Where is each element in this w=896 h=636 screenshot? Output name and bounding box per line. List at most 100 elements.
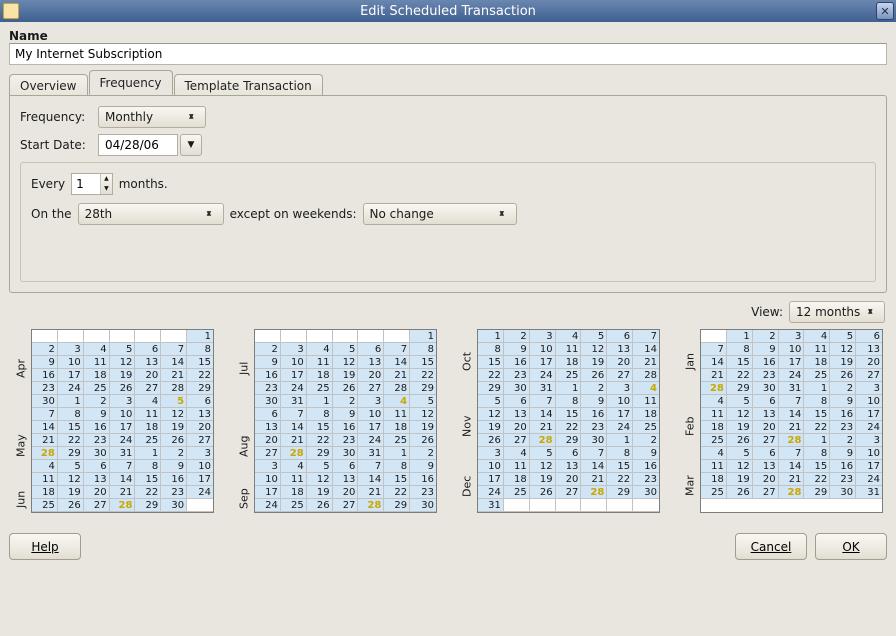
calendar-cell: 5 bbox=[58, 460, 84, 473]
calendar-cell: 5 bbox=[161, 395, 187, 408]
calendar-cell: 22 bbox=[727, 369, 753, 382]
calendar-cell: 10 bbox=[478, 460, 504, 473]
every-months-stepper[interactable]: ▲▼ bbox=[71, 173, 113, 195]
calendar-cell: 2 bbox=[830, 434, 856, 447]
calendar-cell: 23 bbox=[753, 369, 779, 382]
calendar-cell: 16 bbox=[333, 421, 359, 434]
calendar-cell: 28 bbox=[281, 447, 307, 460]
weekend-rule-select[interactable]: No change ▲▼ bbox=[363, 203, 517, 225]
every-prefix: Every bbox=[31, 177, 65, 191]
tab-overview[interactable]: Overview bbox=[9, 74, 88, 96]
calendar-cell: 23 bbox=[410, 486, 436, 499]
calendar-cell: 9 bbox=[410, 460, 436, 473]
close-icon[interactable]: ✕ bbox=[876, 2, 894, 20]
calendar-cell: 18 bbox=[701, 473, 727, 486]
calendar-month-label: Oct bbox=[459, 329, 475, 394]
calendar-cell: 8 bbox=[804, 395, 830, 408]
calendar-cell: 19 bbox=[478, 421, 504, 434]
view-select[interactable]: 12 months ▲▼ bbox=[789, 301, 885, 323]
updown-icon[interactable]: ▲▼ bbox=[100, 174, 112, 194]
calendar-cell: 15 bbox=[187, 356, 213, 369]
calendar-cell: 31 bbox=[110, 447, 136, 460]
calendar-cell: 26 bbox=[333, 382, 359, 395]
calendar-cell: 4 bbox=[804, 330, 830, 343]
calendar-cell: 17 bbox=[358, 421, 384, 434]
calendar-cell: 19 bbox=[410, 421, 436, 434]
calendar-cell: 15 bbox=[478, 356, 504, 369]
calendar-cell: 4 bbox=[701, 447, 727, 460]
calendar-cell bbox=[333, 330, 359, 343]
calendar-cell: 6 bbox=[187, 395, 213, 408]
calendar-cell: 18 bbox=[384, 421, 410, 434]
calendar-cell: 3 bbox=[281, 343, 307, 356]
calendar-cell: 1 bbox=[58, 395, 84, 408]
calendar-cell: 21 bbox=[110, 486, 136, 499]
calendar-cell: 1 bbox=[804, 434, 830, 447]
calendar-cell: 5 bbox=[478, 395, 504, 408]
calendar-cell: 13 bbox=[753, 460, 779, 473]
window-titlebar[interactable]: Edit Scheduled Transaction ✕ bbox=[0, 0, 896, 22]
calendar-cell: 20 bbox=[135, 369, 161, 382]
every-months-value[interactable] bbox=[72, 174, 100, 194]
calendar-cell: 4 bbox=[701, 395, 727, 408]
calendar-cell: 27 bbox=[753, 434, 779, 447]
calendar-cell: 9 bbox=[581, 395, 607, 408]
calendar-cell: 8 bbox=[384, 460, 410, 473]
calendar-cell: 14 bbox=[779, 460, 805, 473]
calendar-cell bbox=[530, 499, 556, 512]
calendar-cell: 12 bbox=[727, 460, 753, 473]
calendar-cell: 17 bbox=[255, 486, 281, 499]
calendar-cell: 1 bbox=[307, 395, 333, 408]
calendar-cell: 1 bbox=[135, 447, 161, 460]
calendar-cell bbox=[307, 330, 333, 343]
ok-button[interactable]: OK bbox=[815, 533, 887, 560]
frequency-select[interactable]: Monthly ▲▼ bbox=[98, 106, 206, 128]
calendar-cell: 27 bbox=[358, 382, 384, 395]
calendar-cell: 2 bbox=[161, 447, 187, 460]
calendar-cell: 8 bbox=[58, 408, 84, 421]
calendar-cell: 20 bbox=[333, 486, 359, 499]
onthe-middle: except on weekends: bbox=[230, 207, 357, 221]
calendar-cell: 20 bbox=[607, 356, 633, 369]
calendar-cell: 10 bbox=[856, 447, 882, 460]
calendar-cell bbox=[32, 330, 58, 343]
tab-frequency[interactable]: Frequency bbox=[89, 70, 173, 95]
help-button[interactable]: Help bbox=[9, 533, 81, 560]
calendar-cell: 18 bbox=[32, 486, 58, 499]
calendar-cell: 3 bbox=[856, 434, 882, 447]
calendar-cell: 26 bbox=[581, 369, 607, 382]
calendar-cell: 19 bbox=[333, 369, 359, 382]
calendar-cell: 19 bbox=[581, 356, 607, 369]
calendar-cell: 5 bbox=[307, 460, 333, 473]
calendar-cell: 28 bbox=[633, 369, 659, 382]
onthe-prefix: On the bbox=[31, 207, 72, 221]
tab-template-transaction[interactable]: Template Transaction bbox=[174, 74, 323, 96]
chevron-down-icon: ▼ bbox=[188, 140, 195, 150]
calendar-cell: 25 bbox=[804, 369, 830, 382]
cancel-button[interactable]: Cancel bbox=[735, 533, 807, 560]
start-date-dropdown-button[interactable]: ▼ bbox=[180, 134, 202, 156]
calendar-cell: 24 bbox=[607, 421, 633, 434]
calendar-cell: 19 bbox=[307, 486, 333, 499]
calendar-cell: 23 bbox=[84, 434, 110, 447]
calendar-cell: 10 bbox=[110, 408, 136, 421]
calendar-cell: 7 bbox=[110, 460, 136, 473]
calendar-cell: 22 bbox=[384, 486, 410, 499]
calendar-grid: 1234567891011121314151617181920212223242… bbox=[477, 329, 660, 513]
calendar-cell: 29 bbox=[187, 382, 213, 395]
calendar-cell bbox=[281, 330, 307, 343]
calendar-cell: 6 bbox=[135, 343, 161, 356]
calendar-cell: 4 bbox=[84, 343, 110, 356]
calendar-cell: 26 bbox=[830, 369, 856, 382]
calendar-cell: 25 bbox=[504, 486, 530, 499]
calendar-cell: 18 bbox=[135, 421, 161, 434]
calendar-month-label: Dec bbox=[459, 459, 475, 513]
calendar-cell: 2 bbox=[504, 330, 530, 343]
calendar-cell: 16 bbox=[410, 473, 436, 486]
calendar-cell: 18 bbox=[504, 473, 530, 486]
onthe-day-select[interactable]: 28th ▲▼ bbox=[78, 203, 224, 225]
start-date-field[interactable] bbox=[98, 134, 178, 156]
calendar-cell: 31 bbox=[779, 382, 805, 395]
calendar-cell: 24 bbox=[530, 369, 556, 382]
name-field[interactable] bbox=[9, 43, 887, 65]
